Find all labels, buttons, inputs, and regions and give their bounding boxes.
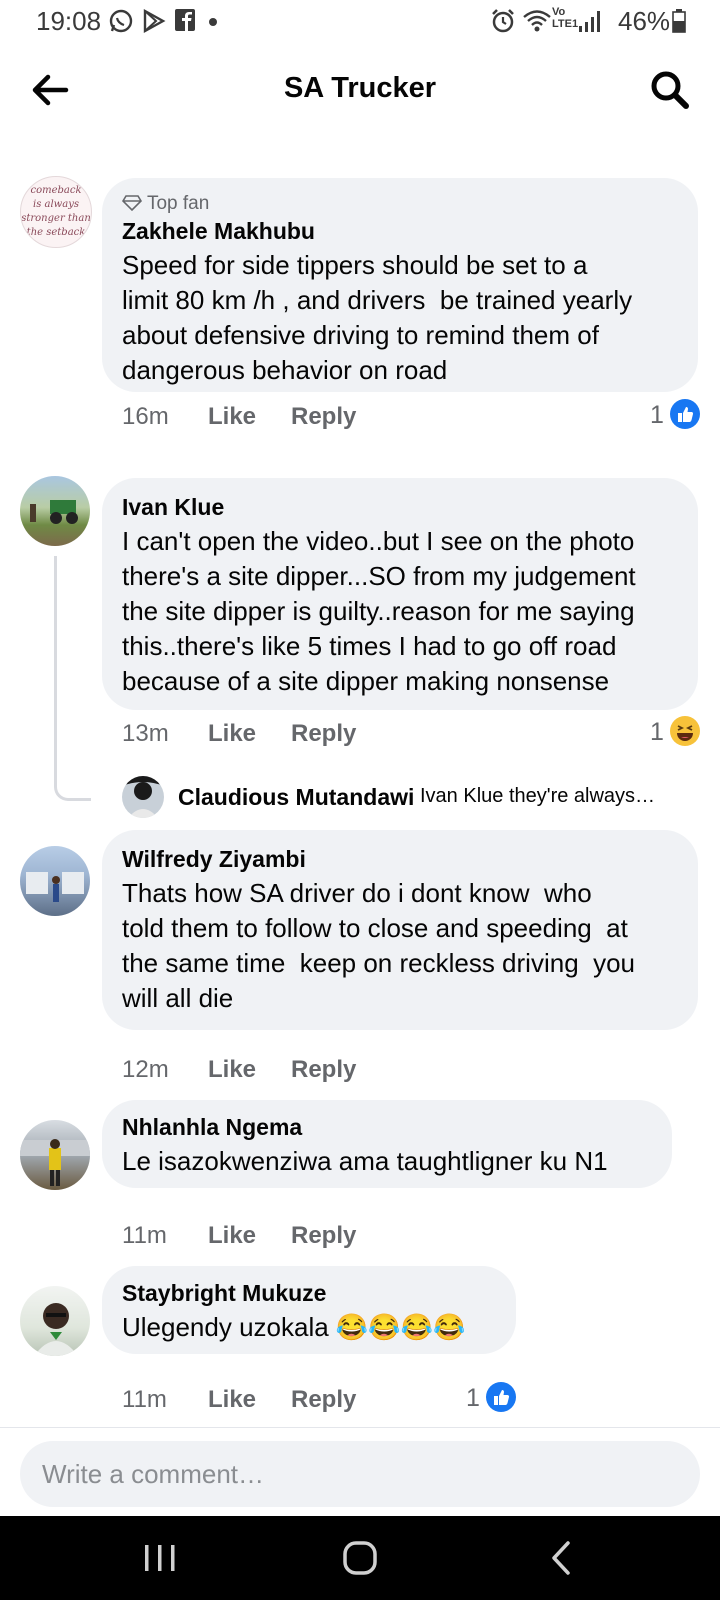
like-button[interactable]: Like [208, 1056, 256, 1083]
comment-time: 11m [122, 1386, 167, 1413]
avatar[interactable] [20, 846, 90, 916]
avatar-photo [122, 776, 164, 818]
comment-input-placeholder: Write a comment… [42, 1459, 265, 1489]
composer-divider [0, 1427, 720, 1428]
play-store-icon [142, 8, 166, 41]
avatar-photo [30, 500, 78, 524]
wifi-icon [522, 8, 552, 41]
svg-text:is always: is always [33, 199, 79, 210]
comment-bubble[interactable]: Nhlanhla Ngema Le isazokwenziwa ama taug… [102, 1100, 672, 1188]
reaction-count[interactable]: 1 [466, 1384, 480, 1413]
diamond-icon [121, 195, 143, 212]
facebook-icon [174, 8, 196, 39]
reply-preview[interactable]: Claudious Mutandawi Ivan Klue they're al… [122, 776, 712, 820]
comment-text: Speed for side tippers should be set to … [122, 250, 633, 385]
top-fan-label: Top fan [146, 193, 210, 214]
comment-text: I can't open the video..but I see on the… [122, 526, 636, 696]
comment-text: Ulegendy uzokala 😂😂😂😂 [122, 1312, 466, 1342]
comment-text: Thats how SA driver do i dont know who t… [122, 878, 636, 1013]
reply-snippet: Ivan Klue they're always… [420, 785, 656, 807]
comment-item: Staybright Mukuze Ulegendy uzokala 😂😂😂😂 … [0, 1266, 720, 1426]
comment-text: Le isazokwenziwa ama taughtligner ku N1 [122, 1146, 608, 1176]
comment-bubble[interactable]: Top fan Zakhele Makhubu Speed for side t… [102, 178, 698, 392]
page-title: SA Trucker [283, 72, 437, 104]
comment-input[interactable]: Write a comment… [20, 1441, 700, 1507]
avatar[interactable]: comeback is always stronger than the set… [20, 176, 92, 248]
commenter-name[interactable]: Nhlanhla Ngema [122, 1114, 302, 1141]
like-button[interactable]: Like [208, 720, 256, 747]
reply-thread-line [54, 556, 91, 801]
comment-item: Nhlanhla Ngema Le isazokwenziwa ama taug… [0, 1100, 720, 1260]
reply-button[interactable]: Reply [291, 1386, 356, 1413]
home-icon[interactable] [340, 1538, 380, 1578]
comment-time: 13m [122, 720, 169, 747]
dot-icon [208, 10, 218, 41]
haha-reaction-icon [670, 716, 700, 746]
reaction-count[interactable]: 1 [650, 718, 664, 747]
system-nav-bar [0, 1516, 720, 1600]
commenter-name[interactable]: Ivan Klue [122, 494, 224, 521]
reply-button[interactable]: Reply [291, 403, 356, 430]
status-time: 19:08 [36, 6, 102, 36]
whatsapp-icon [108, 8, 134, 41]
top-fan-badge: Top fan [121, 193, 210, 215]
svg-text:the setback: the setback [27, 227, 86, 238]
svg-text:stronger than: stronger than [21, 213, 91, 224]
avatar-photo [26, 872, 84, 902]
battery-percentage: 46% [618, 6, 671, 36]
reply-button[interactable]: Reply [291, 1222, 356, 1249]
comment-time: 11m [122, 1222, 167, 1249]
reaction-count[interactable]: 1 [650, 401, 664, 430]
recent-apps-icon[interactable] [140, 1540, 180, 1576]
signal-icon [578, 8, 604, 41]
like-button[interactable]: Like [208, 1386, 256, 1413]
comment-item: Ivan Klue I can't open the video..but I … [0, 470, 720, 770]
avatar-text-image: comeback is always stronger than the set… [21, 185, 91, 238]
reply-button[interactable]: Reply [291, 720, 356, 747]
search-button[interactable] [648, 68, 692, 112]
like-reaction-icon [670, 399, 700, 429]
reply-author-name[interactable]: Claudious Mutandawi [178, 784, 414, 811]
comment-bubble[interactable]: Ivan Klue I can't open the video..but I … [102, 478, 698, 710]
avatar-photo [34, 1303, 78, 1356]
like-reaction-icon [486, 1382, 516, 1412]
avatar[interactable] [122, 776, 164, 818]
battery-icon [672, 8, 686, 41]
commenter-name[interactable]: Wilfredy Ziyambi [122, 846, 306, 873]
back-icon[interactable] [542, 1538, 582, 1578]
comment-bubble[interactable]: Wilfredy Ziyambi Thats how SA driver do … [102, 830, 698, 1030]
volte-icon: Vo LTE1 [552, 6, 579, 30]
avatar-photo [20, 1139, 90, 1186]
comment-time: 16m [122, 403, 169, 430]
reply-button[interactable]: Reply [291, 1056, 356, 1083]
avatar[interactable] [20, 476, 90, 546]
commenter-name[interactable]: Zakhele Makhubu [122, 218, 315, 245]
comment-item: comeback is always stronger than the set… [0, 170, 720, 440]
comment-time: 12m [122, 1056, 169, 1083]
alarm-icon [490, 8, 516, 41]
comment-bubble[interactable]: Staybright Mukuze Ulegendy uzokala 😂😂😂😂 [102, 1266, 516, 1354]
search-icon [651, 71, 689, 109]
comment-item: Wilfredy Ziyambi Thats how SA driver do … [0, 830, 720, 1083]
like-button[interactable]: Like [208, 1222, 256, 1249]
status-bar: 19:08 Vo LTE1 46% [0, 0, 720, 46]
svg-text:comeback: comeback [30, 185, 81, 196]
like-button[interactable]: Like [208, 403, 256, 430]
commenter-name[interactable]: Staybright Mukuze [122, 1280, 326, 1307]
avatar[interactable] [20, 1286, 90, 1356]
avatar[interactable] [20, 1120, 90, 1190]
